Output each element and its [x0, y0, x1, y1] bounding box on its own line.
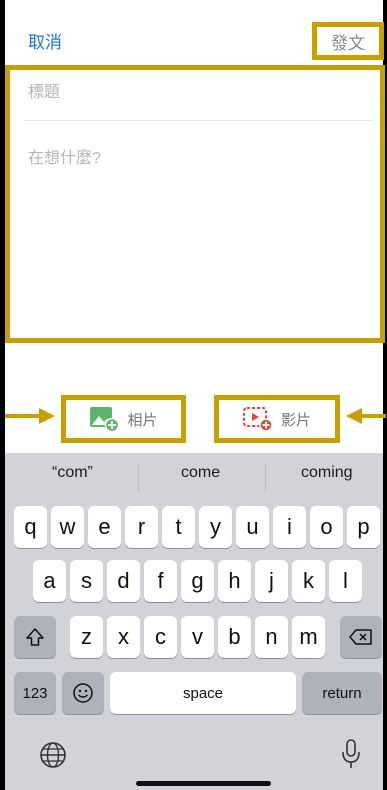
key-k[interactable]: k: [292, 560, 325, 602]
key-l[interactable]: l: [329, 560, 362, 602]
key-d[interactable]: d: [107, 560, 140, 602]
key-a[interactable]: a: [33, 560, 66, 602]
key-h[interactable]: h: [218, 560, 251, 602]
body-input[interactable]: [28, 144, 358, 294]
numbers-key[interactable]: 123: [14, 672, 56, 714]
key-t[interactable]: t: [162, 506, 195, 548]
return-key[interactable]: return: [302, 672, 382, 714]
suggestion-item[interactable]: “com”: [52, 464, 93, 482]
key-v[interactable]: v: [181, 616, 214, 658]
cancel-button[interactable]: 取消: [28, 28, 62, 53]
key-b[interactable]: b: [218, 616, 251, 658]
photo-label: 相片: [127, 411, 158, 429]
emoji-icon: [73, 683, 93, 703]
key-n[interactable]: n: [255, 616, 288, 658]
post-button-label: 發文: [331, 33, 365, 53]
key-e[interactable]: e: [88, 506, 121, 548]
arrow-left-pointer-icon: [346, 408, 386, 424]
emoji-key[interactable]: [62, 672, 104, 714]
key-u[interactable]: u: [236, 506, 269, 548]
home-indicator: [136, 781, 271, 786]
key-z[interactable]: z: [70, 616, 103, 658]
video-label: 影片: [280, 411, 311, 429]
title-input[interactable]: [28, 84, 358, 102]
key-f[interactable]: f: [144, 560, 177, 602]
key-g[interactable]: g: [181, 560, 214, 602]
suggestion-item[interactable]: coming: [301, 464, 353, 482]
key-m[interactable]: m: [292, 616, 325, 658]
space-key[interactable]: space: [110, 672, 296, 714]
key-y[interactable]: y: [199, 506, 232, 548]
video-add-icon: [242, 407, 273, 432]
add-photo-button[interactable]: 相片: [61, 395, 186, 443]
shift-key[interactable]: [14, 616, 56, 658]
suggestion-item[interactable]: come: [181, 464, 220, 482]
key-i[interactable]: i: [273, 506, 306, 548]
microphone-icon[interactable]: [340, 738, 362, 770]
add-video-button[interactable]: 影片: [214, 395, 340, 443]
key-q[interactable]: q: [14, 506, 47, 548]
key-p[interactable]: p: [347, 506, 380, 548]
globe-icon[interactable]: [38, 740, 68, 770]
arrow-right-pointer-icon: [5, 408, 55, 424]
photo-add-icon: [90, 407, 120, 432]
key-c[interactable]: c: [144, 616, 177, 658]
title-divider: [24, 120, 374, 121]
backspace-key[interactable]: [340, 616, 382, 658]
key-r[interactable]: r: [125, 506, 158, 548]
key-j[interactable]: j: [255, 560, 288, 602]
key-x[interactable]: x: [107, 616, 140, 658]
key-o[interactable]: o: [310, 506, 343, 548]
key-w[interactable]: w: [51, 506, 84, 548]
suggestion-divider: [265, 464, 266, 492]
key-s[interactable]: s: [70, 560, 103, 602]
backspace-icon: [349, 629, 372, 645]
shift-arrow-icon: [26, 628, 44, 646]
post-button[interactable]: 發文: [312, 22, 384, 60]
suggestion-divider: [138, 464, 139, 492]
